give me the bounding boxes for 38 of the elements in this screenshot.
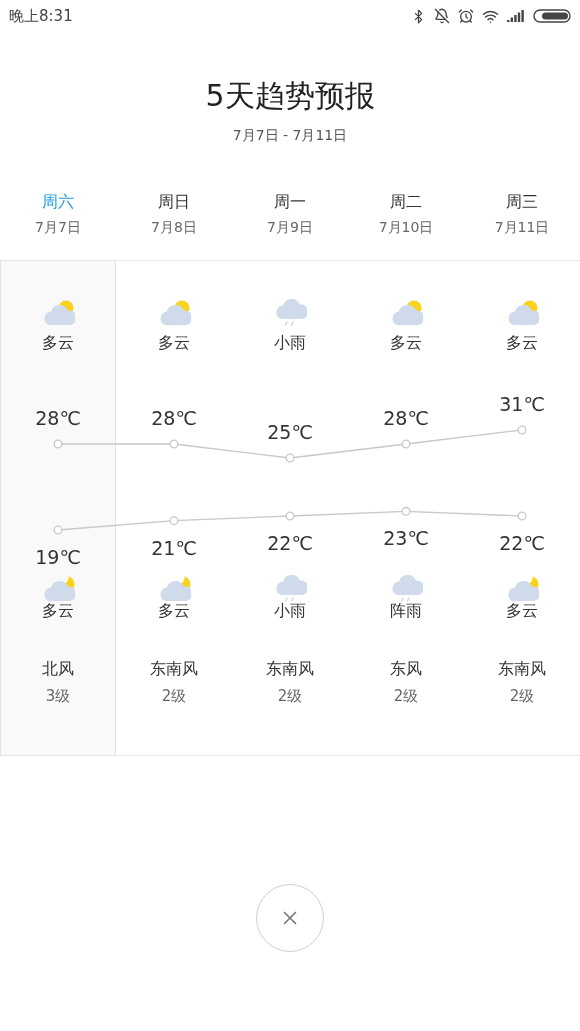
day-tab[interactable]: 周日 7月8日	[116, 190, 232, 260]
temperature-label: 22℃	[266, 531, 314, 555]
date-range: 7月7日 - 7月11日	[232, 126, 348, 145]
night-weather: 多云	[42, 600, 74, 622]
day-weather: 小雨	[274, 332, 306, 354]
day-tab[interactable]: 周二 7月10日	[348, 190, 464, 260]
temperature-label: 19℃	[34, 545, 82, 569]
wind-level: 2级	[393, 686, 419, 707]
night-weather: 小雨	[274, 600, 306, 622]
temperature-label: 21℃	[150, 535, 198, 560]
page-title: 5天趋势预报	[205, 77, 375, 115]
day-tab[interactable]: 周三 7月11日	[464, 190, 580, 260]
wind-level: 2级	[161, 686, 187, 707]
wind-level: 2级	[277, 686, 303, 707]
temperature-label: 28℃	[34, 406, 82, 430]
temperature-label: 23℃	[382, 526, 430, 551]
day-weather: 多云	[158, 332, 190, 354]
night-weather: 多云	[506, 600, 538, 622]
temperature-label: 28℃	[150, 406, 198, 430]
wind-direction: 东南风	[266, 658, 314, 680]
wind-direction: 东风	[390, 658, 422, 680]
day-weather: 多云	[506, 332, 538, 354]
temperature-label: 25℃	[266, 420, 314, 444]
night-weather: 阵雨	[390, 600, 422, 622]
day-tab[interactable]: 周六 7月7日	[0, 190, 116, 260]
temperature-label: 31℃	[498, 392, 546, 416]
temperature-label: 22℃	[498, 531, 546, 555]
day-weather: 多云	[390, 332, 422, 354]
temperature-label: 28℃	[382, 406, 430, 430]
day-weather: 多云	[42, 332, 74, 354]
wind-direction: 北风	[42, 658, 74, 680]
wind-direction: 东南风	[150, 658, 198, 680]
wind-level: 2级	[509, 686, 535, 707]
night-weather: 多云	[158, 600, 190, 622]
day-tab[interactable]: 周一 7月9日	[232, 190, 348, 260]
wind-level: 3级	[45, 686, 71, 707]
status-time: 晚上8:31	[9, 5, 73, 27]
wind-direction: 东南风	[498, 658, 546, 680]
